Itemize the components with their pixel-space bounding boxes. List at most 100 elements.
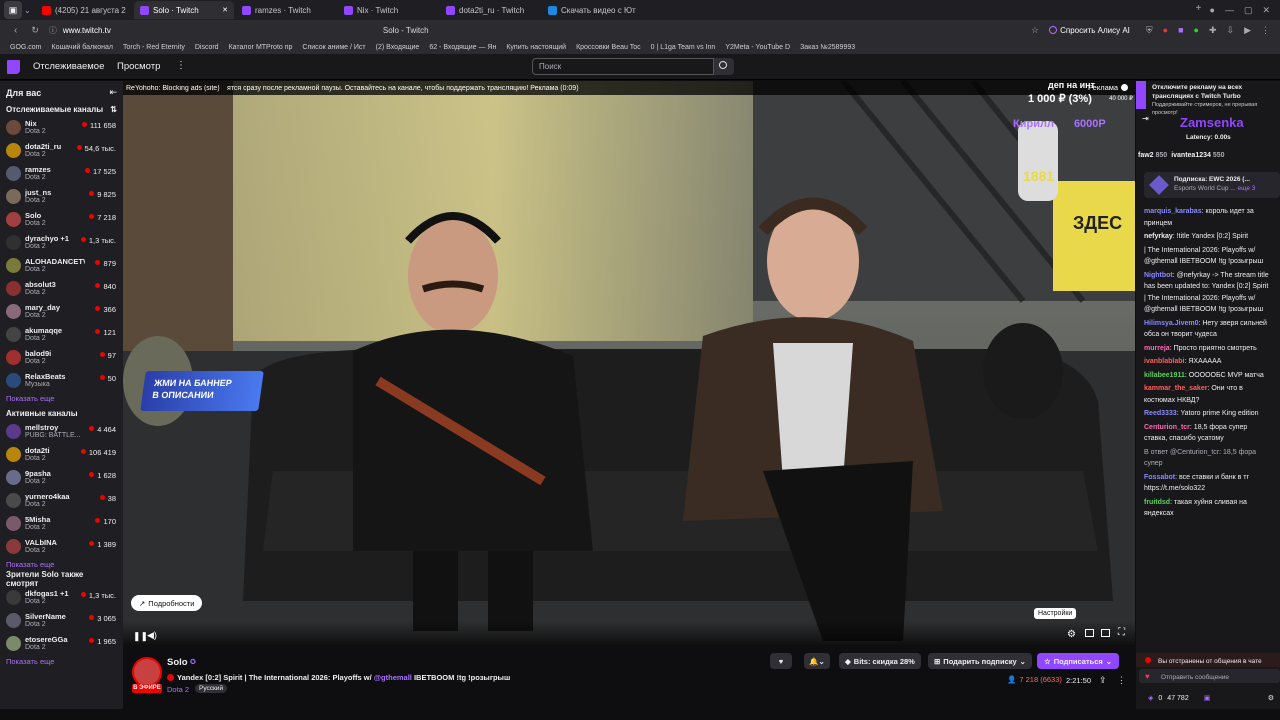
bookmark-item[interactable]: 62 - Входящие — Ян	[429, 44, 496, 51]
chat-username[interactable]: Hilimsya.Jivem0	[1144, 320, 1198, 327]
new-tab-button[interactable]: +	[1196, 3, 1210, 17]
close-window-icon[interactable]: ✕	[1262, 5, 1270, 16]
chat-popout-icon[interactable]: ⇥	[1142, 113, 1149, 125]
tab-list-icon[interactable]: ⌄	[24, 6, 36, 15]
chat-username[interactable]: Fossabot	[1144, 474, 1175, 481]
show-more-also[interactable]: Показать еще	[0, 655, 123, 669]
share-icon[interactable]: ⇪	[1099, 675, 1107, 686]
profile-icon[interactable]: ●	[1210, 5, 1215, 16]
notification-bell-button[interactable]: 🔔⌄	[804, 653, 830, 669]
browser-tab[interactable]: Solo · Twitch ✕	[134, 1, 234, 19]
chat-settings-icon[interactable]: ⚙	[1268, 693, 1274, 705]
search-input[interactable]: Поиск	[532, 58, 714, 75]
sidebar-channel[interactable]: akumaqqe Dota 2 121	[0, 323, 123, 346]
bookmark-item[interactable]: (2) Входящие	[376, 44, 420, 51]
fullscreen-icon[interactable]: ⛶	[1118, 627, 1125, 638]
subscribe-button[interactable]: ☆ Подписаться ⌄	[1037, 653, 1120, 669]
promo-more[interactable]: еще 3	[1237, 185, 1255, 192]
sidebar-channel[interactable]: just_ns Dota 29 825	[0, 185, 123, 208]
maximize-icon[interactable]: ▢	[1244, 5, 1253, 16]
browser-menu-icon[interactable]: ▣	[4, 1, 22, 19]
sidebar-channel[interactable]: 5Misha Dota 2 170	[0, 512, 123, 535]
bookmark-item[interactable]: Список аниме / Ист	[302, 44, 365, 51]
chat-username[interactable]: murreja	[1144, 345, 1170, 352]
bookmark-item[interactable]: GOG.com	[10, 44, 42, 51]
turbo-promo[interactable]: Отключите рекламу на всех трансляциях с …	[1136, 81, 1280, 117]
sidebar-channel[interactable]: ramzes Dota 2 17 525	[0, 162, 123, 185]
title-mention[interactable]: @gthemall	[374, 673, 412, 682]
sidebar-channel[interactable]: 9pasha Dota 21 628	[0, 466, 123, 489]
sidebar-channel[interactable]: absolut3 Dota 2 840	[0, 277, 123, 300]
sidebar-channel[interactable]: SilverName Dota 23 065	[0, 609, 123, 632]
extension-shield-icon[interactable]: ⛨	[1146, 25, 1153, 36]
sidebar-channel[interactable]: ALOHADANCETV Dota 2 879	[0, 254, 123, 277]
channel-name[interactable]: Solo	[167, 657, 188, 668]
sort-icon[interactable]: ⇅	[110, 105, 117, 114]
downloads-icon[interactable]: ⇩	[1227, 25, 1235, 36]
sidebar-channel[interactable]: mary_day Dota 2 366	[0, 300, 123, 323]
collapse-sidebar-icon[interactable]: ⇤	[109, 87, 117, 98]
browser-tab[interactable]: (4205) 21 августа 2026г.	[36, 1, 132, 19]
follow-heart-button[interactable]: ♥	[770, 653, 792, 669]
sidebar-channel[interactable]: dyrachyo +1 Dota 2 1,3 тыс.	[0, 231, 123, 254]
show-more-followed[interactable]: Показать еще	[0, 392, 123, 406]
extension-box-icon[interactable]: ■	[1178, 25, 1183, 36]
url-field[interactable]: www.twitch.tv	[63, 26, 383, 35]
sidebar-channel[interactable]: dota2ti Dota 2 106 419	[0, 443, 123, 466]
extension-green-icon[interactable]: ●	[1194, 25, 1199, 36]
chat-username[interactable]: Nightbot	[1144, 272, 1173, 279]
bookmark-item[interactable]: Заказ №2589993	[800, 44, 855, 51]
bookmark-item[interactable]: Каталог MTProto пр	[229, 44, 293, 51]
bookmark-item[interactable]: Discord	[195, 44, 219, 51]
browser-tab[interactable]: Скачать видео с Ютуба б	[542, 1, 642, 19]
chat-username[interactable]: fruitdsd	[1144, 499, 1170, 506]
bookmark-item[interactable]: Torch - Red Eternity	[123, 44, 185, 51]
bookmark-item[interactable]: Купить настоящий	[506, 44, 566, 51]
chat-username[interactable]: Centurion_tcr	[1144, 424, 1190, 431]
twitch-logo-icon[interactable]	[7, 60, 20, 74]
bookmark-star-icon[interactable]: ☆	[1031, 25, 1039, 36]
chat-username[interactable]: ivanblablabi	[1144, 358, 1184, 365]
browser-tab[interactable]: dota2ti_ru · Twitch	[440, 1, 540, 19]
channel-avatar[interactable]	[132, 657, 162, 687]
browser-menu-dots-icon[interactable]: ⋮	[1261, 25, 1270, 36]
chat-input[interactable]: ♥ Отправить сообщение	[1139, 669, 1280, 683]
chat-username[interactable]: nefyrkay	[1144, 233, 1173, 240]
video-player[interactable]: ЗДЕС 1881 ReYohoho: Blocking ads (site) …	[123, 81, 1135, 646]
bookmark-item[interactable]: Кошачий балконал	[52, 44, 113, 51]
bits-discount-button[interactable]: ◆ Bits: скидка 28%	[839, 653, 921, 669]
settings-gear-icon[interactable]: ⚙	[1067, 629, 1076, 640]
sidebar-channel[interactable]: Solo Dota 27 218	[0, 208, 123, 231]
extension-red-icon[interactable]: ●	[1163, 25, 1168, 36]
bookmark-item[interactable]: Y2Meta - YouTube D	[725, 44, 790, 51]
pinned-promo[interactable]: Подписка: EWC 2026 (... Esports World Cu…	[1144, 172, 1280, 198]
browser-tab[interactable]: Nix · Twitch	[338, 1, 438, 19]
pause-icon[interactable]: ❚❚	[133, 631, 148, 642]
gift-sub-button[interactable]: ⊞ Подарить подписку ⌄	[928, 653, 1032, 669]
sidebar-channel[interactable]: balod9i Dota 2 97	[0, 346, 123, 369]
chat-username[interactable]: Reed3333	[1144, 410, 1177, 417]
bookmark-item[interactable]: Кроссовки Beau Toc	[576, 44, 641, 51]
chat-username[interactable]: killabee1911	[1144, 372, 1185, 379]
channel-points-icon[interactable]: ◈	[1148, 693, 1153, 705]
nav-browse[interactable]: Просмотр	[117, 61, 160, 72]
theatre-mode-icon[interactable]	[1085, 629, 1094, 637]
nav-following[interactable]: Отслеживаемое	[33, 61, 104, 72]
chat-username[interactable]: kammar_the_saker	[1144, 385, 1207, 392]
sidebar-channel[interactable]: yurnero4kaa Dota 2 38	[0, 489, 123, 512]
minimize-icon[interactable]: —	[1225, 5, 1234, 16]
tab-close-icon[interactable]: ✕	[222, 6, 228, 14]
channel-points-chest-icon[interactable]: ▣	[1204, 693, 1211, 705]
reload-icon[interactable]: ↻	[31, 25, 39, 36]
sidebar-channel[interactable]: Nix Dota 2 111 658	[0, 116, 123, 139]
language-tag[interactable]: Русский	[195, 684, 228, 693]
game-link[interactable]: Dota 2	[167, 685, 189, 694]
ask-alice-button[interactable]: Спросить Алису AI	[1049, 26, 1130, 35]
sidebar-channel[interactable]: VALbINA Dota 21 389	[0, 535, 123, 558]
details-button[interactable]: ↗ Подробности	[131, 595, 203, 611]
mini-player-icon[interactable]	[1101, 629, 1110, 637]
sidebar-channel[interactable]: RelaxBeats Музыка 50	[0, 369, 123, 392]
more-options-icon[interactable]: ⋮	[1117, 675, 1126, 686]
site-info-icon[interactable]: ⓘ	[49, 25, 57, 36]
browser-tab[interactable]: ramzes · Twitch	[236, 1, 336, 19]
